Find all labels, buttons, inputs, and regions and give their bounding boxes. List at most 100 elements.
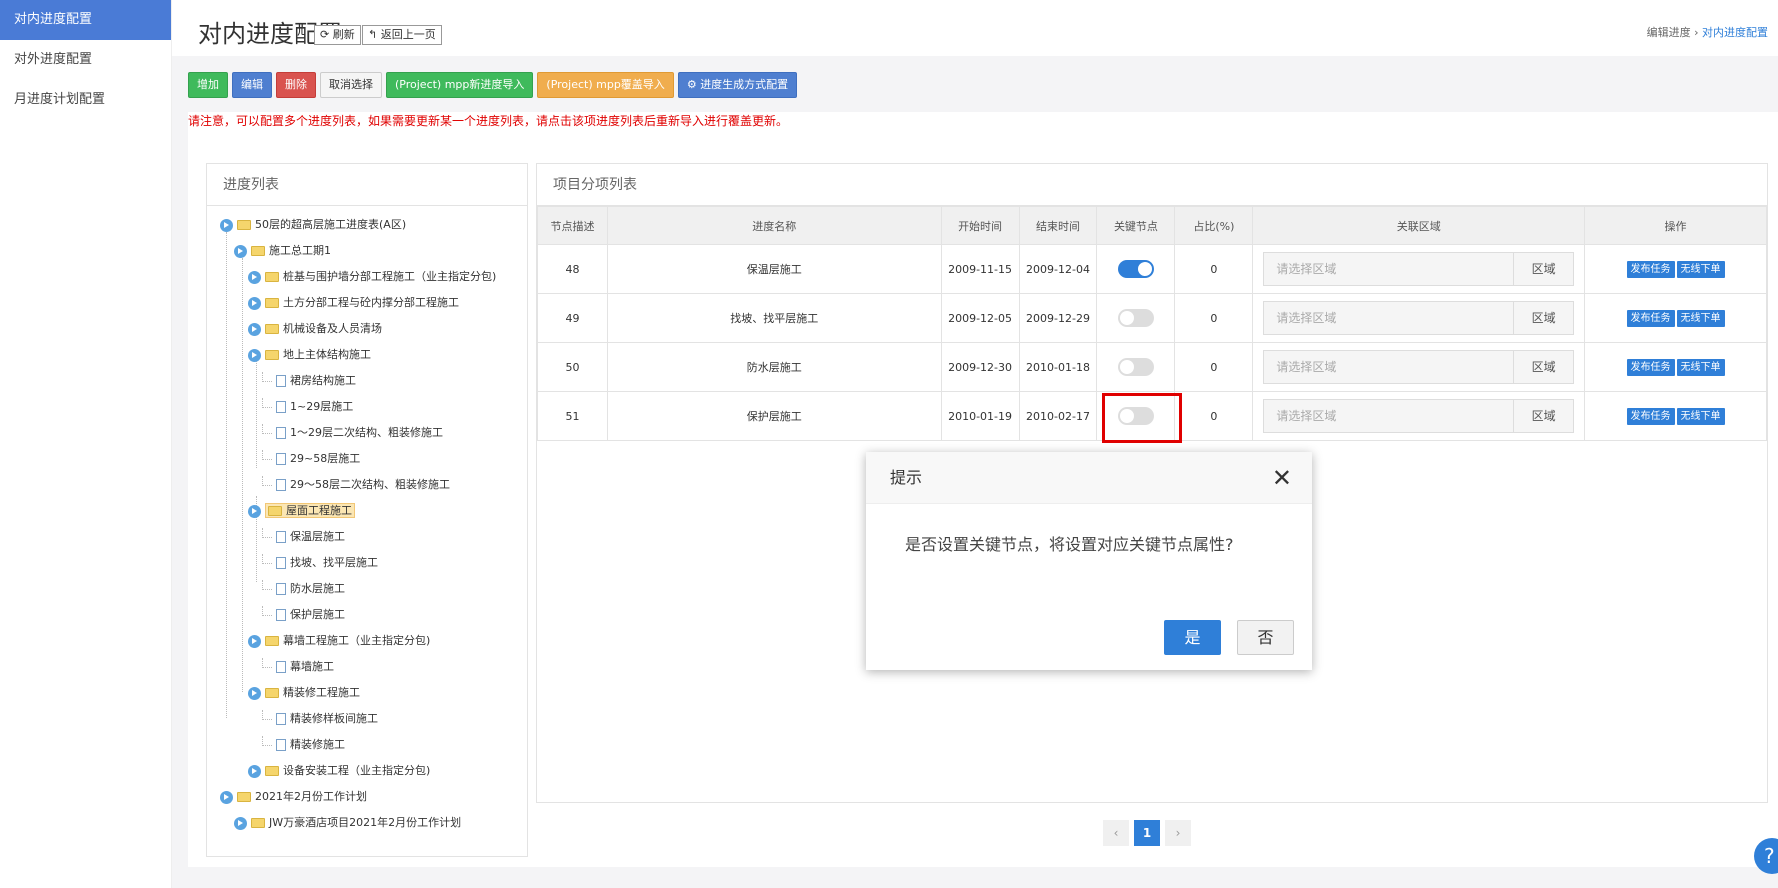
end-date: 2009-12-04 [1018,244,1098,294]
delete-button[interactable]: 删除 [276,72,316,98]
expand-toggle-icon[interactable] [220,218,233,232]
edit-button[interactable]: 编辑 [232,72,272,98]
region-input[interactable]: 请选择区域 [1264,351,1513,383]
table-row[interactable]: 48 保温层施工 2009-11-15 2009-12-04 0 请选择区域 区域… [537,244,1767,294]
tree-node[interactable]: 桩基与围护墙分部工程施工（业主指定分包) [207,264,527,290]
sidebar-item-external-progress[interactable]: 对外进度配置 [0,40,171,80]
region-input[interactable]: 请选择区域 [1264,302,1513,334]
tree-node[interactable]: 保温层施工 [207,524,527,550]
toolbar: 增加 编辑 删除 取消选择 (Project) mpp新进度导入 (Projec… [188,72,801,98]
tree-node[interactable]: 精装修施工 [207,732,527,758]
table-header-row: 节点描述 进度名称 开始时间 结束时间 关键节点 占比(%) 关联区域 操作 [537,206,1767,245]
tree-node[interactable]: 防水层施工 [207,576,527,602]
refresh-button[interactable]: ⟳ 刷新 [314,25,361,45]
page-1-button[interactable]: 1 [1134,820,1160,846]
tree-node[interactable]: 土方分部工程与砼内撑分部工程施工 [207,290,527,316]
progress-name: 保护层施工 [606,391,942,441]
publish-task-button[interactable]: 发布任务 [1626,309,1675,327]
region-input[interactable]: 请选择区域 [1264,253,1513,285]
next-page-button[interactable]: › [1165,820,1191,846]
document-icon [276,401,286,413]
no-order-button[interactable]: 无线下单 [1676,407,1725,425]
tree-node[interactable]: 29～58层二次结构、粗装修施工 [207,472,527,498]
main-area: 对内进度配置 ⟳ 刷新 ↰ 返回上一页 编辑进度 › 对内进度配置 增加 编辑 … [172,0,1778,888]
expand-toggle-icon[interactable] [248,764,261,778]
expand-toggle-icon[interactable] [248,634,261,648]
region-button[interactable]: 区域 [1513,400,1573,432]
column-header: 操作 [1584,206,1767,245]
sidebar-item-internal-progress[interactable]: 对内进度配置 [0,0,171,40]
document-icon [276,531,286,543]
no-order-button[interactable]: 无线下单 [1676,358,1725,376]
document-icon [276,583,286,595]
publish-task-button[interactable]: 发布任务 [1626,358,1675,376]
mpp-new-import-button[interactable]: (Project) mpp新进度导入 [386,72,534,98]
table-row[interactable]: 49 找坡、找平层施工 2009-12-05 2009-12-29 0 请选择区… [537,293,1767,343]
tree-node[interactable]: 1~29层施工 [207,394,527,420]
key-node-toggle[interactable] [1117,260,1154,278]
tree-node[interactable]: 2021年2月份工作计划 [207,784,527,810]
tree-node[interactable]: 精装修工程施工 [207,680,527,706]
tree-node[interactable]: 地上主体结构施工 [207,342,527,368]
expand-toggle-icon[interactable] [234,816,247,830]
folder-icon [265,766,279,776]
publish-task-button[interactable]: 发布任务 [1626,407,1675,425]
tree-node[interactable]: 精装修样板间施工 [207,706,527,732]
region-input[interactable]: 请选择区域 [1264,400,1513,432]
actions-cell: 发布任务 无线下单 [1584,342,1767,392]
key-node-toggle[interactable] [1117,358,1154,376]
region-cell: 请选择区域 区域 [1252,244,1586,294]
sidebar-item-monthly-plan[interactable]: 月进度计划配置 [0,80,171,120]
tree-node[interactable]: 机械设备及人员清场 [207,316,527,342]
tree-node[interactable]: 裙房结构施工 [207,368,527,394]
table-row[interactable]: 50 防水层施工 2009-12-30 2010-01-18 0 请选择区域 区域… [537,342,1767,392]
no-order-button[interactable]: 无线下单 [1676,309,1725,327]
cancel-selection-button[interactable]: 取消选择 [320,72,382,98]
progress-config-button[interactable]: ⚙ 进度生成方式配置 [677,72,798,98]
tree-node-selected[interactable]: 屋面工程施工 [207,498,527,524]
no-order-button[interactable]: 无线下单 [1676,260,1725,278]
tree-node[interactable]: 设备安装工程（业主指定分包) [207,758,527,784]
actions-cell: 发布任务 无线下单 [1584,391,1767,441]
start-date: 2009-12-30 [940,342,1020,392]
tree-node[interactable]: 1～29层二次结构、粗装修施工 [207,420,527,446]
region-button[interactable]: 区域 [1513,253,1573,285]
publish-task-button[interactable]: 发布任务 [1626,260,1675,278]
back-button[interactable]: ↰ 返回上一页 [362,25,442,45]
progress-name: 防水层施工 [606,342,942,392]
breadcrumb-parent[interactable]: 编辑进度 [1647,26,1691,39]
key-node-toggle[interactable] [1117,309,1154,327]
tree-node[interactable]: JW万豪酒店项目2021年2月份工作计划 [207,810,527,836]
expand-toggle-icon[interactable] [234,244,247,258]
expand-toggle-icon[interactable] [248,270,261,284]
region-button[interactable]: 区域 [1513,351,1573,383]
progress-list-title: 进度列表 [207,164,527,206]
document-icon [276,375,286,387]
region-cell: 请选择区域 区域 [1252,391,1586,441]
tree-node[interactable]: 50层的超高层施工进度表(A区) [207,212,527,238]
tree-node[interactable]: 找坡、找平层施工 [207,550,527,576]
expand-toggle-icon[interactable] [248,322,261,336]
folder-icon [265,272,279,282]
tree-node[interactable]: 幕墙施工 [207,654,527,680]
tree-node[interactable]: 保护层施工 [207,602,527,628]
add-button[interactable]: 增加 [188,72,228,98]
expand-toggle-icon[interactable] [220,790,233,804]
close-icon[interactable]: ✕ [1272,452,1292,504]
expand-toggle-icon[interactable] [248,348,261,362]
key-node-cell [1096,293,1176,343]
key-node-cell [1096,342,1176,392]
sidebar: 对内进度配置 对外进度配置 月进度计划配置 [0,0,172,888]
tree-node[interactable]: 幕墙工程施工（业主指定分包) [207,628,527,654]
expand-toggle-icon[interactable] [248,686,261,700]
end-date: 2010-01-18 [1018,342,1098,392]
region-button[interactable]: 区域 [1513,302,1573,334]
expand-toggle-icon[interactable] [248,296,261,310]
yes-button[interactable]: 是 [1164,620,1221,655]
tree-node[interactable]: 施工总工期1 [207,238,527,264]
tree-node[interactable]: 29~58层施工 [207,446,527,472]
expand-toggle-icon[interactable] [248,504,261,518]
prev-page-button[interactable]: ‹ [1103,820,1129,846]
mpp-cover-import-button[interactable]: (Project) mpp覆盖导入 [537,72,674,98]
no-button[interactable]: 否 [1237,620,1294,655]
